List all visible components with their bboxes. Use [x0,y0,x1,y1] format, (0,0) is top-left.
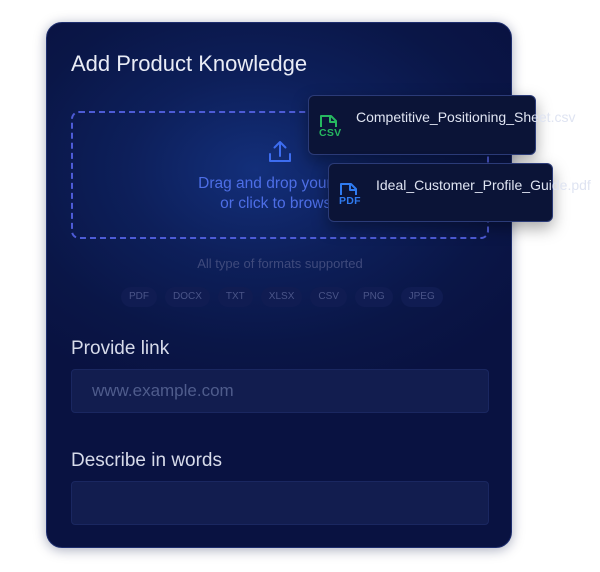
uploaded-file-card-csv[interactable]: CSV Competitive_Positioning_Sheet.csv [308,95,576,155]
format-chip-xlsx: XLSX [260,287,303,307]
panel-title: Add Product Knowledge [71,51,308,76]
link-input[interactable] [71,369,489,413]
file-type-label: PDF [339,195,361,207]
supported-formats-note: All type of formats supported [197,256,363,271]
describe-input[interactable] [71,481,489,525]
describe-label: Describe in words [71,450,222,471]
format-chip-docx: DOCX [165,287,210,307]
provide-link-label: Provide link [71,338,170,359]
format-chip-pdf: PDF [121,287,157,307]
format-chip-png: PNG [354,287,393,307]
format-chip-list: PDF DOCX TXT XLSX CSV PNG JPEG [121,287,443,307]
format-chip-jpeg: JPEG [400,287,443,307]
format-chip-txt: TXT [217,287,253,307]
upload-icon [269,141,291,162]
format-chip-csv: CSV [310,287,347,307]
file-name: Ideal_Customer_Profile_Guide.pdf [376,177,591,193]
file-type-label: CSV [319,127,342,139]
uploaded-file-card-pdf[interactable]: PDF Ideal_Customer_Profile_Guide.pdf [328,163,591,222]
file-name: Competitive_Positioning_Sheet.csv [356,109,576,125]
